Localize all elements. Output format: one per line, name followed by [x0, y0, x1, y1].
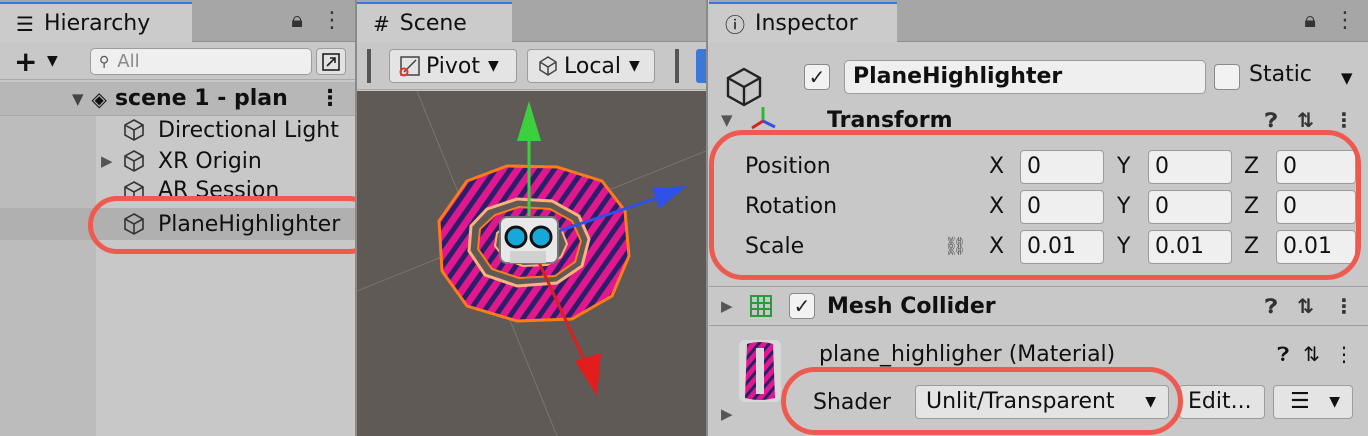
lock-icon[interactable]: 🔒︎: [291, 8, 303, 33]
inspector-tabbar: ⓘ Inspector 🔒︎ ⋮: [709, 0, 1368, 43]
active-checkbox[interactable]: ✓: [804, 64, 830, 90]
highlight-annotation: [781, 367, 1183, 435]
hierarchy-toolbar: + ▼ ⚲ All: [0, 43, 355, 80]
help-icon[interactable]: ❓︎: [1265, 108, 1277, 132]
static-label: Static: [1249, 62, 1312, 87]
tab-scene-label: Scene: [399, 11, 467, 36]
toolbar-grip-icon: [367, 49, 371, 83]
tab-hierarchy[interactable]: ☰ Hierarchy: [0, 2, 192, 43]
pivot-dropdown[interactable]: Pivot ▼: [389, 49, 517, 83]
unity-editor: ☰ Hierarchy 🔒︎ ⋮ + ▼ ⚲ All ▼ ◈ scene 1 -…: [0, 0, 1368, 436]
scene-root-row[interactable]: ▼ ◈ scene 1 - plan ⋮: [0, 82, 355, 116]
component-menu-icon[interactable]: ⋮: [1334, 294, 1354, 318]
expand-arrow-icon[interactable]: ▼: [72, 90, 84, 108]
tab-scene[interactable]: # Scene: [357, 2, 512, 43]
transform-axes-icon: [751, 107, 776, 130]
scene-name: scene 1 - plan: [114, 86, 288, 111]
mesh-collider-enabled-checkbox[interactable]: ✓: [789, 293, 815, 319]
scene-gizmo-drawing: [357, 91, 706, 436]
add-dropdown-icon[interactable]: ▼: [47, 53, 58, 69]
help-icon[interactable]: ❓︎: [1265, 294, 1277, 318]
list-icon: ☰: [16, 11, 34, 36]
panel-divider: [706, 0, 708, 436]
scene-toolbar: Pivot ▼ Local ▼: [357, 43, 706, 90]
material-preview-image: [739, 340, 781, 402]
highlight-annotation: [709, 130, 1361, 280]
material-section: plane_highligher (Material) ❓︎ ⇅ ⋮ ▶ Sha…: [709, 327, 1368, 436]
expand-arrow-icon[interactable]: ▶: [101, 152, 113, 170]
tab-inspector[interactable]: ⓘ Inspector: [709, 2, 897, 43]
mesh-collider-header[interactable]: ▶ ✓ Mesh Collider ❓︎ ⇅ ⋮: [709, 289, 1368, 323]
hierarchy-item-directional-light[interactable]: Directional Light: [0, 114, 355, 146]
scene-visibility-button[interactable]: [316, 48, 346, 75]
transform-title: Transform: [827, 107, 953, 133]
pivot-label: Pivot: [426, 53, 481, 79]
add-button[interactable]: +: [14, 45, 37, 78]
inspector-tab-tools: 🔒︎ ⋮: [1304, 8, 1356, 33]
mesh-grid-icon: [750, 295, 772, 317]
presets-icon[interactable]: ⇅: [1303, 342, 1320, 366]
static-dropdown-icon[interactable]: ▼: [1341, 69, 1353, 87]
unity-logo-icon: ◈: [91, 86, 107, 111]
gameobject-cube-icon: [124, 119, 144, 141]
presets-icon[interactable]: ⇅: [1297, 108, 1314, 132]
static-checkbox[interactable]: [1214, 64, 1240, 90]
material-preview-thumbnail[interactable]: [739, 340, 781, 402]
grid-hash-icon: #: [373, 11, 390, 36]
component-tools: ❓︎ ⇅ ⋮: [1265, 294, 1354, 318]
hierarchy-tabbar: ☰ Hierarchy 🔒︎ ⋮: [0, 0, 355, 43]
expand-arrow-icon[interactable]: ▶: [721, 405, 733, 423]
tab-inspector-label: Inspector: [755, 11, 858, 36]
divider: [709, 286, 1368, 287]
grid-snap-toggle[interactable]: [696, 49, 706, 83]
gameobject-header: ✓ PlaneHighlighter Static ▼: [709, 43, 1368, 107]
hierarchy-item-label: XR Origin: [158, 148, 262, 174]
hierarchy-tab-tools: 🔒︎ ⋮: [291, 8, 343, 33]
scene-tabbar: # Scene: [357, 0, 706, 43]
hierarchy-item-label: Directional Light: [158, 117, 339, 143]
info-icon: ⓘ: [725, 13, 745, 37]
hierarchy-search-input[interactable]: ⚲ All: [90, 48, 312, 75]
collapse-arrow-icon[interactable]: ▼: [721, 111, 733, 129]
component-menu-icon[interactable]: ⋮: [1334, 342, 1354, 366]
material-tools: ❓︎ ⇅ ⋮: [1277, 342, 1354, 366]
inspector-panel: ⓘ Inspector 🔒︎ ⋮ ✓ PlaneHighlighter Stat…: [709, 0, 1368, 436]
chevron-down-icon: ▼: [1329, 394, 1340, 410]
chevron-down-icon: ▼: [629, 58, 640, 74]
toolbar-grip-icon: [675, 49, 679, 83]
list-icon: ☰: [1290, 389, 1310, 414]
help-icon[interactable]: ❓︎: [1277, 342, 1289, 366]
lock-icon[interactable]: 🔒︎: [1304, 8, 1316, 33]
mesh-collider-title: Mesh Collider: [827, 293, 996, 319]
material-name: plane_highligher (Material): [819, 342, 1116, 367]
local-dropdown[interactable]: Local ▼: [527, 49, 655, 83]
component-menu-icon[interactable]: ⋮: [1334, 108, 1354, 132]
hierarchy-item-xr-origin[interactable]: ▶ XR Origin: [0, 145, 355, 177]
kebab-menu-icon[interactable]: ⋮: [321, 8, 343, 33]
hierarchy-panel: ☰ Hierarchy 🔒︎ ⋮ + ▼ ⚲ All ▼ ◈ scene 1 -…: [0, 0, 378, 436]
gameobject-cube-icon: [726, 67, 762, 107]
local-label: Local: [564, 53, 622, 79]
scene-panel: # Scene Pivot ▼ Local ▼: [357, 0, 706, 436]
expand-arrow-icon[interactable]: ▶: [721, 297, 733, 315]
gameobject-cube-icon: [124, 150, 144, 172]
object-name-field[interactable]: PlaneHighlighter: [844, 60, 1206, 94]
divider: [709, 325, 1368, 326]
tab-hierarchy-label: Hierarchy: [43, 11, 151, 36]
highlight-annotation: [88, 196, 378, 254]
edit-shader-button[interactable]: Edit...: [1179, 385, 1265, 419]
scene-viewport[interactable]: [357, 91, 706, 436]
search-icon: ⚲: [99, 53, 110, 70]
chevron-down-icon: ▼: [488, 58, 499, 74]
presets-icon[interactable]: ⇅: [1297, 294, 1314, 318]
pivot-icon: [399, 56, 420, 77]
scene-menu-icon[interactable]: ⋮: [319, 86, 341, 111]
window-icon: [322, 53, 340, 71]
edit-button-label: Edit...: [1188, 389, 1252, 414]
shader-options-dropdown[interactable]: ☰ ▼: [1273, 385, 1353, 419]
local-space-icon: [539, 56, 557, 76]
kebab-menu-icon[interactable]: ⋮: [1334, 8, 1356, 33]
component-tools: ❓︎ ⇅ ⋮: [1265, 108, 1354, 132]
search-placeholder: All: [117, 51, 140, 72]
